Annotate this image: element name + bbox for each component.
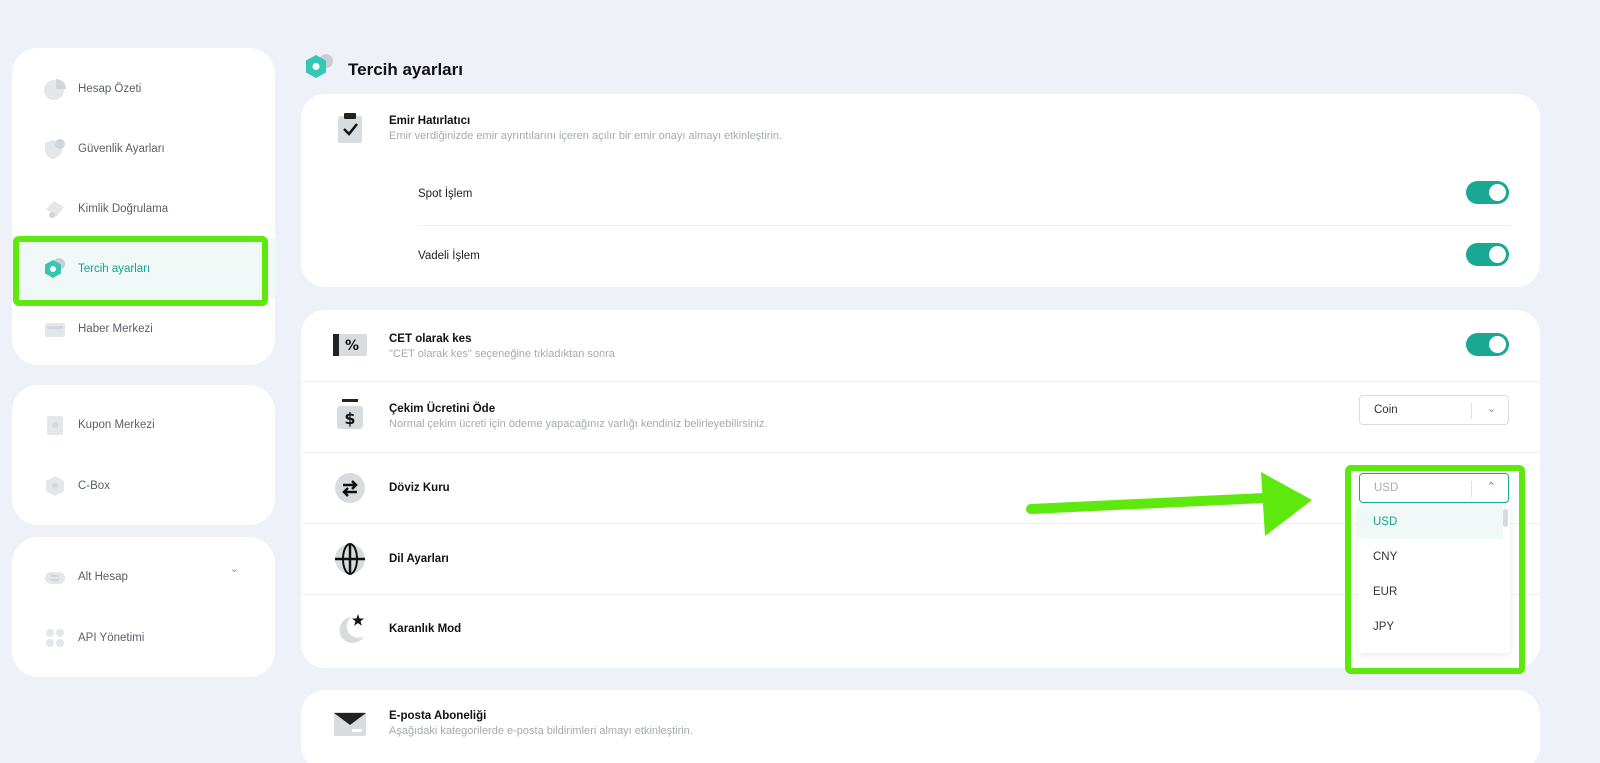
chevron-up-icon: ⌃	[1486, 481, 1496, 493]
svg-text:$: $	[344, 409, 355, 428]
sidebar-item-api[interactable]: API Yönetimi	[12, 607, 275, 668]
withdraw-fee-row: $ Çekim Ücretini Öde Normal çekim ücreti…	[301, 382, 1540, 452]
sidebar-item-identity[interactable]: Kimlik Doğrulama	[12, 178, 275, 239]
exchange-icon	[333, 471, 367, 505]
sidebar-item-news[interactable]: Haber Merkezi	[12, 298, 275, 359]
futures-trading-label: Vadeli İşlem	[418, 250, 480, 262]
dropdown-scrollbar[interactable]	[1503, 509, 1508, 527]
order-reminder-card: Emir Hatırlatıcı Emir verdiğinizde emir …	[301, 94, 1540, 287]
sidebar-group-main: Hesap Özeti Güvenlik Ayarları Kimlik Doğ…	[12, 48, 275, 365]
page-title: Tercih ayarları	[348, 59, 463, 79]
cet-desc: "CET olarak kes" seçeneğine tıkladıktan …	[389, 348, 615, 360]
dark-mode-row: Karanlık Mod	[301, 595, 1540, 665]
sidebar-item-security[interactable]: Güvenlik Ayarları	[12, 118, 275, 179]
clipboard-check-icon	[333, 111, 367, 145]
id-badge-icon	[42, 196, 68, 222]
futures-trading-toggle[interactable]	[1466, 243, 1509, 266]
sidebar-item-label: Güvenlik Ayarları	[78, 142, 165, 155]
mail-icon	[333, 707, 367, 741]
withdraw-fee-title: Çekim Ücretini Öde	[389, 403, 496, 415]
sidebar-group-rewards: Kupon Merkezi C-Box	[12, 385, 275, 525]
spot-trading-toggle[interactable]	[1466, 181, 1509, 204]
email-title: E-posta Aboneliği	[389, 710, 487, 722]
sidebar-item-label: Tercih ayarları	[78, 262, 151, 275]
language-row: Dil Ayarları	[301, 524, 1540, 594]
select-separator	[1471, 481, 1472, 497]
cet-title: CET olarak kes	[389, 333, 472, 345]
currency-option-jpy[interactable]: JPY	[1358, 610, 1503, 644]
sidebar-group-accounts: Alt Hesap ⌄ API Yönetimi	[12, 537, 275, 677]
chevron-down-icon: ⌄	[1486, 403, 1496, 415]
sidebar-item-label: API Yönetimi	[78, 631, 145, 644]
currency-select[interactable]: USD ⌃	[1359, 473, 1509, 503]
preferences-icon	[42, 256, 68, 282]
globe-icon	[333, 542, 367, 576]
currency-title: Döviz Kuru	[389, 482, 450, 494]
cet-toggle[interactable]	[1466, 333, 1509, 356]
dark-mode-title: Karanlık Mod	[389, 623, 462, 635]
select-value: USD	[1374, 482, 1399, 494]
sidebar-item-label: Hesap Özeti	[78, 82, 142, 95]
sidebar-item-label: Haber Merkezi	[78, 322, 153, 335]
sidebar-item-coupons[interactable]: Kupon Merkezi	[12, 394, 275, 455]
api-icon	[42, 625, 68, 651]
cet-row: % CET olarak kes "CET olarak kes" seçene…	[301, 310, 1540, 381]
currency-row: Döviz Kuru USD ⌃	[301, 453, 1540, 523]
spot-trading-label: Spot İşlem	[418, 188, 473, 200]
news-icon	[42, 316, 68, 342]
sidebar-item-label: Kimlik Doğrulama	[78, 202, 169, 215]
order-reminder-desc: Emir verdiğinizde emir ayrıntılarını içe…	[389, 130, 783, 142]
general-settings-card: % CET olarak kes "CET olarak kes" seçene…	[301, 310, 1540, 668]
page-header: Tercih ayarları	[302, 52, 463, 87]
box-icon	[42, 473, 68, 499]
shield-icon	[42, 136, 68, 162]
sidebar-item-label: Alt Hesap	[78, 570, 128, 583]
pie-chart-icon	[42, 76, 68, 102]
preferences-icon	[302, 52, 336, 87]
currency-option-cny[interactable]: CNY	[1358, 540, 1503, 574]
coupon-icon	[42, 412, 68, 438]
currency-dropdown: USD CNY EUR JPY	[1358, 505, 1510, 653]
currency-option-eur[interactable]: EUR	[1358, 575, 1503, 609]
withdraw-fee-desc: Normal çekim ücreti için ödeme yapacağın…	[389, 418, 768, 430]
select-value: Coin	[1374, 404, 1398, 416]
moon-star-icon	[333, 611, 367, 645]
sidebar-item-account-summary[interactable]: Hesap Özeti	[12, 58, 275, 119]
sidebar-item-label: C-Box	[78, 479, 110, 492]
sidebar-item-sub-account[interactable]: Alt Hesap ⌄	[12, 546, 275, 607]
divider	[418, 225, 1511, 226]
sidebar-item-cbox[interactable]: C-Box	[12, 455, 275, 516]
withdraw-fee-select[interactable]: Coin ⌄	[1359, 395, 1509, 425]
email-subscription-card: E-posta Aboneliği Aşağıdaki kategorilerd…	[301, 690, 1540, 763]
percent-ticket-icon: %	[333, 328, 367, 362]
select-separator	[1471, 403, 1472, 419]
language-title: Dil Ayarları	[389, 553, 449, 565]
order-reminder-title: Emir Hatırlatıcı	[389, 115, 471, 127]
sidebar-item-label: Kupon Merkezi	[78, 418, 155, 431]
sidebar-item-preferences[interactable]: Tercih ayarları	[12, 238, 275, 299]
sub-account-icon	[42, 564, 68, 590]
currency-option-usd[interactable]: USD	[1358, 505, 1503, 539]
money-bag-icon: $	[333, 397, 367, 431]
chevron-down-icon[interactable]: ⌄	[230, 562, 239, 575]
email-desc: Aşağıdaki kategorilerde e-posta bildirim…	[389, 725, 693, 737]
svg-text:%: %	[345, 338, 359, 354]
